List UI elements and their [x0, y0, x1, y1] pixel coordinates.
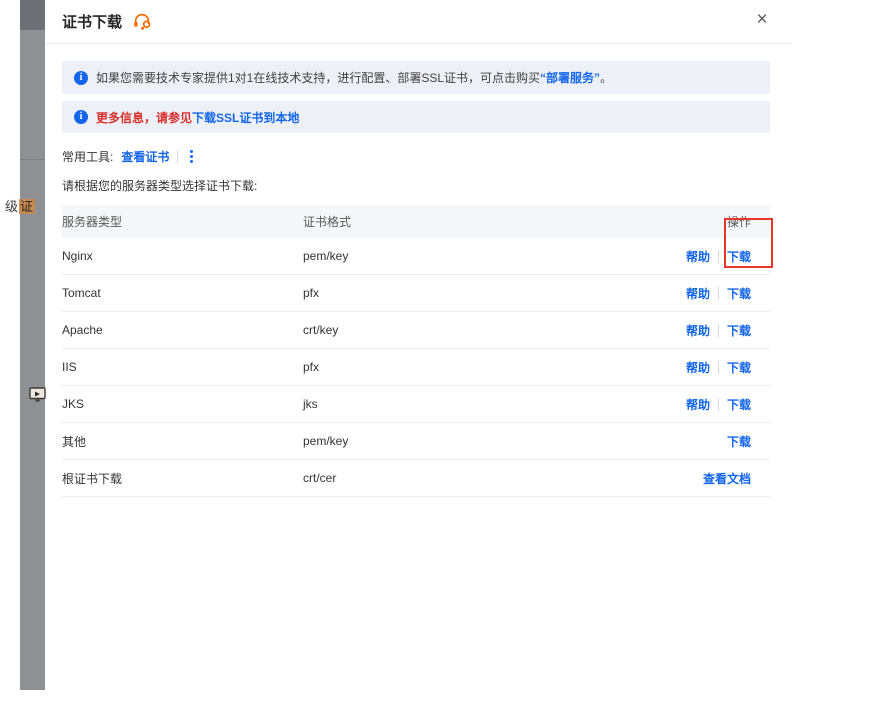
view-certificate-link[interactable]: 查看证书: [121, 148, 169, 165]
dimmed-topbar-block: [20, 0, 45, 30]
dimmed-sidebar-strip: [20, 0, 45, 690]
more-info-banner: i 更多信息，请参见下载SSL证书到本地: [62, 101, 770, 133]
divider: [718, 324, 719, 337]
download-link[interactable]: 下载: [727, 248, 751, 265]
cert-format-cell: crt/cer: [303, 471, 600, 485]
help-link[interactable]: 帮助: [686, 248, 710, 265]
info-icon: i: [74, 110, 88, 124]
tools-label: 常用工具:: [62, 148, 113, 165]
help-link[interactable]: 帮助: [686, 322, 710, 339]
table-row-apache: Apache crt/key 帮助 下载: [62, 312, 770, 349]
cert-format-cell: pem/key: [303, 434, 600, 448]
table-row-nginx: Nginx pem/key 帮助 下载: [62, 238, 770, 275]
operation-cell: 帮助 下载: [600, 322, 770, 339]
operation-cell: 帮助 下载: [600, 248, 770, 265]
help-link[interactable]: 帮助: [686, 285, 710, 302]
dimmed-divider: [20, 159, 45, 160]
operation-cell: 查看文档: [600, 470, 770, 487]
download-ssl-doc-link[interactable]: 下载SSL证书到本地: [192, 111, 299, 125]
operation-cell: 帮助 下载: [600, 285, 770, 302]
cert-format-cell: pem/key: [303, 249, 600, 263]
download-link[interactable]: 下载: [727, 396, 751, 413]
divider: [177, 150, 178, 163]
download-link[interactable]: 下载: [727, 359, 751, 376]
operation-cell: 帮助 下载: [600, 396, 770, 413]
certificate-download-dialog: 证书下载 × i 如果您需要技术专家提供1对1在线技术支持，进行配置、部署SSL…: [45, 0, 790, 703]
info-icon: i: [74, 71, 88, 85]
table-row-jks: JKS jks 帮助 下载: [62, 386, 770, 423]
banner-text: 更多信息，请参见下载SSL证书到本地: [96, 109, 299, 126]
table-header: 服务器类型 证书格式 操作: [62, 205, 770, 238]
help-link[interactable]: 帮助: [686, 396, 710, 413]
server-type-cell: 其他: [62, 433, 303, 450]
dialog-title: 证书下载: [62, 11, 122, 32]
monitor-icon: [29, 387, 47, 408]
dialog-body: i 如果您需要技术专家提供1对1在线技术支持，进行配置、部署SSL证书，可点击购…: [45, 61, 790, 497]
download-link[interactable]: 下载: [727, 433, 751, 450]
support-headset-icon[interactable]: [131, 11, 153, 33]
help-link[interactable]: 帮助: [686, 359, 710, 376]
cert-format-cell: crt/key: [303, 323, 600, 337]
table-row-tomcat: Tomcat pfx 帮助 下载: [62, 275, 770, 312]
cert-format-cell: jks: [303, 397, 600, 411]
server-type-cell: JKS: [62, 397, 303, 411]
server-type-cell: Nginx: [62, 249, 303, 263]
cert-format-cell: pfx: [303, 286, 600, 300]
cert-format-cell: pfx: [303, 360, 600, 374]
server-type-cell: Apache: [62, 323, 303, 337]
more-actions-icon[interactable]: [186, 149, 197, 164]
server-type-cell: Tomcat: [62, 286, 303, 300]
divider: [718, 361, 719, 374]
table-row-root-cert: 根证书下载 crt/cer 查看文档: [62, 460, 770, 497]
deploy-service-banner: i 如果您需要技术专家提供1对1在线技术支持，进行配置、部署SSL证书，可点击购…: [62, 61, 770, 94]
download-link[interactable]: 下载: [727, 285, 751, 302]
banner-text: 如果您需要技术专家提供1对1在线技术支持，进行配置、部署SSL证书，可点击购买“…: [96, 69, 612, 86]
server-type-cell: IIS: [62, 360, 303, 374]
table-row-iis: IIS pfx 帮助 下载: [62, 349, 770, 386]
divider: [718, 287, 719, 300]
operation-cell: 帮助 下载: [600, 359, 770, 376]
header-server-type: 服务器类型: [62, 213, 303, 230]
operation-cell: 下载: [600, 433, 770, 450]
certificate-table: 服务器类型 证书格式 操作 Nginx pem/key 帮助 下载 Tomcat…: [62, 205, 770, 497]
close-icon[interactable]: ×: [750, 8, 774, 32]
select-server-hint: 请根据您的服务器类型选择证书下载:: [62, 177, 773, 194]
divider: [718, 398, 719, 411]
header-cert-format: 证书格式: [303, 213, 600, 230]
dialog-header: 证书下载 ×: [45, 0, 790, 44]
background-partial-text: 级证: [5, 196, 35, 215]
download-link[interactable]: 下载: [727, 322, 751, 339]
common-tools-row: 常用工具: 查看证书: [62, 148, 773, 165]
divider: [718, 250, 719, 263]
deploy-service-link[interactable]: “部署服务”: [540, 71, 600, 85]
server-type-cell: 根证书下载: [62, 470, 303, 487]
table-row-other: 其他 pem/key 下载: [62, 423, 770, 460]
header-operation: 操作: [600, 213, 770, 230]
view-doc-link[interactable]: 查看文档: [703, 470, 751, 487]
